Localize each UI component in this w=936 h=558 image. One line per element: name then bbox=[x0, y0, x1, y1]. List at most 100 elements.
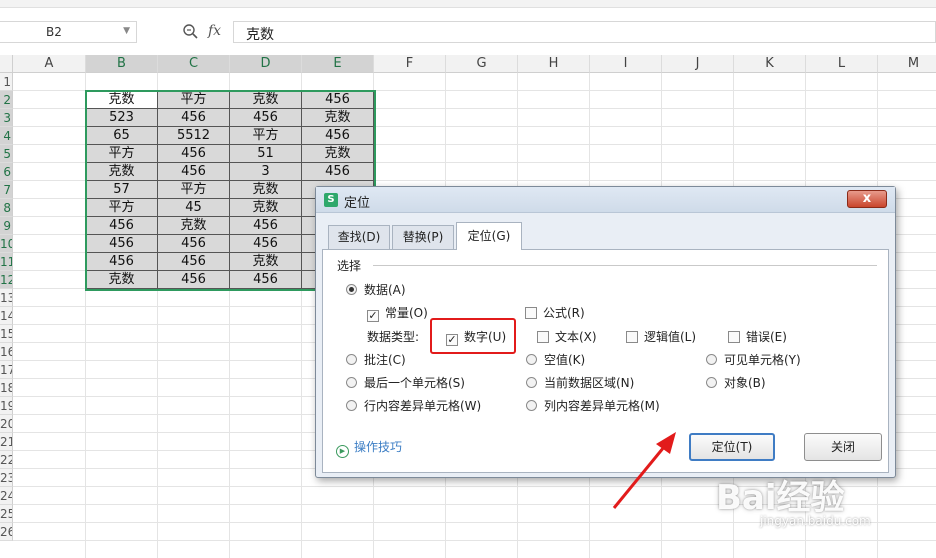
tab-goto[interactable]: 定位(G) bbox=[456, 222, 522, 250]
table-cell[interactable]: 克数 bbox=[302, 145, 374, 163]
column-header-c[interactable]: C bbox=[158, 55, 230, 73]
check-text[interactable]: 文本(X) bbox=[537, 328, 597, 345]
table-cell[interactable]: 克数 bbox=[86, 163, 158, 181]
row-header-16[interactable]: 16 bbox=[0, 343, 13, 361]
row-header-14[interactable]: 14 bbox=[0, 307, 13, 325]
check-logical[interactable]: 逻辑值(L) bbox=[626, 328, 696, 345]
radio-data[interactable]: 数据(A) bbox=[346, 281, 406, 298]
table-cell[interactable]: 平方 bbox=[230, 127, 302, 145]
column-header-g[interactable]: G bbox=[446, 55, 518, 73]
radio-icon[interactable] bbox=[346, 354, 357, 365]
table-cell[interactable]: 523 bbox=[86, 109, 158, 127]
row-header-11[interactable]: 11 bbox=[0, 253, 13, 271]
radio-objects[interactable]: 对象(B) bbox=[706, 374, 766, 391]
table-cell[interactable]: 456 bbox=[302, 91, 374, 109]
table-cell[interactable]: 456 bbox=[86, 235, 158, 253]
table-cell[interactable]: 456 bbox=[158, 109, 230, 127]
table-cell[interactable]: 456 bbox=[230, 235, 302, 253]
column-header-b[interactable]: B bbox=[86, 55, 158, 73]
close-button[interactable]: 关闭 bbox=[804, 433, 882, 461]
row-header-18[interactable]: 18 bbox=[0, 379, 13, 397]
checkbox-icon[interactable] bbox=[537, 331, 549, 343]
formula-input[interactable]: 克数 bbox=[233, 21, 936, 43]
table-cell[interactable]: 456 bbox=[230, 271, 302, 289]
table-cell[interactable]: 456 bbox=[158, 145, 230, 163]
radio-icon[interactable] bbox=[346, 400, 357, 411]
table-cell[interactable]: 3 bbox=[230, 163, 302, 181]
check-formula[interactable]: 公式(R) bbox=[525, 304, 585, 321]
column-header-e[interactable]: E bbox=[302, 55, 374, 73]
radio-icon[interactable] bbox=[706, 377, 717, 388]
locate-button[interactable]: 定位(T) bbox=[689, 433, 775, 461]
table-cell[interactable]: 平方 bbox=[158, 91, 230, 109]
active-cell[interactable]: 克数 bbox=[86, 91, 158, 109]
column-header-l[interactable]: L bbox=[806, 55, 878, 73]
radio-icon[interactable] bbox=[526, 354, 537, 365]
select-all-corner[interactable] bbox=[0, 55, 13, 73]
check-error[interactable]: 错误(E) bbox=[728, 328, 787, 345]
table-cell[interactable]: 456 bbox=[86, 253, 158, 271]
row-header-25[interactable]: 25 bbox=[0, 505, 13, 523]
row-header-4[interactable]: 4 bbox=[0, 127, 13, 145]
row-header-7[interactable]: 7 bbox=[0, 181, 13, 199]
radio-column-differences[interactable]: 列内容差异单元格(M) bbox=[526, 397, 660, 414]
zoom-icon[interactable] bbox=[182, 23, 198, 43]
row-header-6[interactable]: 6 bbox=[0, 163, 13, 181]
row-header-21[interactable]: 21 bbox=[0, 433, 13, 451]
row-header-26[interactable]: 26 bbox=[0, 523, 13, 541]
radio-row-differences[interactable]: 行内容差异单元格(W) bbox=[346, 397, 481, 414]
table-cell[interactable]: 456 bbox=[158, 253, 230, 271]
dialog-titlebar[interactable]: S 定位 x bbox=[316, 187, 895, 213]
table-cell[interactable]: 克数 bbox=[302, 109, 374, 127]
column-header-k[interactable]: K bbox=[734, 55, 806, 73]
row-header-19[interactable]: 19 bbox=[0, 397, 13, 415]
table-cell[interactable]: 51 bbox=[230, 145, 302, 163]
function-icon[interactable]: fx bbox=[208, 23, 221, 39]
row-header-5[interactable]: 5 bbox=[0, 145, 13, 163]
check-constant[interactable]: ✓ 常量(O) bbox=[367, 304, 428, 322]
table-cell[interactable]: 57 bbox=[86, 181, 158, 199]
table-cell[interactable]: 456 bbox=[86, 217, 158, 235]
radio-blanks[interactable]: 空值(K) bbox=[526, 351, 585, 368]
row-header-8[interactable]: 8 bbox=[0, 199, 13, 217]
checkbox-icon[interactable] bbox=[728, 331, 740, 343]
table-cell[interactable]: 克数 bbox=[230, 253, 302, 271]
table-cell[interactable]: 65 bbox=[86, 127, 158, 145]
table-cell[interactable]: 克数 bbox=[230, 181, 302, 199]
radio-icon[interactable] bbox=[526, 377, 537, 388]
row-header-3[interactable]: 3 bbox=[0, 109, 13, 127]
radio-icon[interactable] bbox=[706, 354, 717, 365]
checkbox-icon[interactable] bbox=[525, 307, 537, 319]
name-box[interactable]: B2 ▼ bbox=[0, 21, 137, 43]
chevron-down-icon[interactable]: ▼ bbox=[123, 26, 130, 36]
table-cell[interactable]: 克数 bbox=[230, 91, 302, 109]
row-header-15[interactable]: 15 bbox=[0, 325, 13, 343]
row-header-22[interactable]: 22 bbox=[0, 451, 13, 469]
checkbox-checked-icon[interactable]: ✓ bbox=[367, 310, 379, 322]
row-header-13[interactable]: 13 bbox=[0, 289, 13, 307]
table-cell[interactable]: 456 bbox=[302, 127, 374, 145]
column-header-a[interactable]: A bbox=[13, 55, 86, 73]
table-cell[interactable]: 456 bbox=[158, 271, 230, 289]
table-cell[interactable]: 平方 bbox=[158, 181, 230, 199]
checkbox-icon[interactable] bbox=[626, 331, 638, 343]
row-header-20[interactable]: 20 bbox=[0, 415, 13, 433]
table-cell[interactable]: 456 bbox=[158, 235, 230, 253]
table-cell[interactable]: 5512 bbox=[158, 127, 230, 145]
table-cell[interactable]: 45 bbox=[158, 199, 230, 217]
tab-find[interactable]: 查找(D) bbox=[328, 225, 390, 249]
row-header-17[interactable]: 17 bbox=[0, 361, 13, 379]
column-header-i[interactable]: I bbox=[590, 55, 662, 73]
table-cell[interactable]: 456 bbox=[302, 163, 374, 181]
radio-last-cell[interactable]: 最后一个单元格(S) bbox=[346, 374, 465, 391]
column-header-m[interactable]: M bbox=[878, 55, 936, 73]
radio-icon[interactable] bbox=[526, 400, 537, 411]
row-header-1[interactable]: 1 bbox=[0, 73, 13, 91]
radio-icon[interactable] bbox=[346, 284, 357, 295]
column-header-f[interactable]: F bbox=[374, 55, 446, 73]
tab-replace[interactable]: 替换(P) bbox=[392, 225, 454, 249]
tips-link[interactable]: ▶ 操作技巧 bbox=[336, 438, 402, 458]
row-header-12[interactable]: 12 bbox=[0, 271, 13, 289]
table-cell[interactable]: 456 bbox=[230, 217, 302, 235]
table-cell[interactable]: 平方 bbox=[86, 145, 158, 163]
